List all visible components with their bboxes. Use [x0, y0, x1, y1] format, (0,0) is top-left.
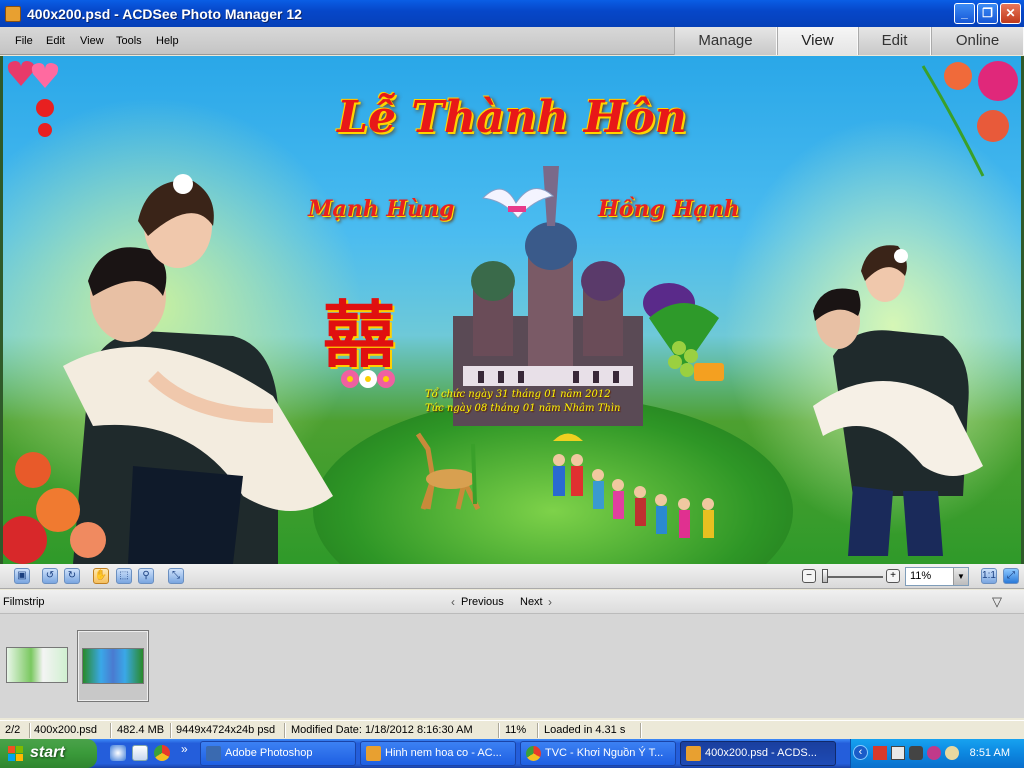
fit-image-icon[interactable]: ⤡: [168, 568, 184, 584]
view-toolbar: ▣ ↺ ↻ ✋ ⬚ ⚲ ⤡ − + 11% ▼ 1:1 ⤢: [0, 564, 1024, 589]
acdsee-app-icon[interactable]: [5, 5, 21, 22]
tray-volume-icon[interactable]: [945, 746, 959, 760]
next-chevron-icon[interactable]: ›: [548, 595, 552, 609]
menu-file[interactable]: File: [15, 35, 33, 47]
tab-manage[interactable]: Manage: [674, 27, 777, 55]
tray-device-icon[interactable]: [909, 746, 923, 760]
bride-name: Hồng Hạnh: [598, 196, 740, 222]
task-adobe-photoshop[interactable]: Adobe Photoshop: [200, 741, 356, 766]
rotate-right-icon[interactable]: ↻: [64, 568, 80, 584]
children-procession-graphic: [553, 433, 714, 538]
chevron-down-icon[interactable]: ▼: [953, 568, 968, 585]
menu-bar: File Edit View Tools Help Manage View Ed…: [0, 27, 1024, 55]
menu-help[interactable]: Help: [156, 35, 179, 47]
status-filename: 400x200.psd: [34, 724, 97, 736]
quicklaunch-chrome-icon[interactable]: [154, 745, 170, 761]
fit-to-window-icon[interactable]: ⤢: [1003, 568, 1019, 584]
status-bar: 2/2 400x200.psd 482.4 MB 9449x4724x24b p…: [0, 720, 1024, 739]
zoom-slider-thumb[interactable]: [822, 569, 828, 583]
collapse-filmstrip-icon[interactable]: ▽: [992, 594, 1002, 610]
photoshop-icon: [206, 746, 221, 761]
fullscreen-icon[interactable]: ▣: [14, 568, 30, 584]
tray-network-icon[interactable]: [891, 746, 905, 760]
maximize-button[interactable]: ❐: [977, 3, 998, 24]
minimize-button[interactable]: _: [954, 3, 975, 24]
task-label: 400x200.psd - ACDS...: [705, 747, 817, 759]
acdsee-icon: [686, 746, 701, 761]
status-dimensions: 9449x4724x24b psd: [176, 724, 276, 736]
menu-tools[interactable]: Tools: [116, 35, 142, 47]
task-label: Hinh nem hoa co - AC...: [385, 747, 502, 759]
zoom-in-button[interactable]: +: [886, 569, 900, 583]
image-viewer[interactable]: 囍 Lễ Thành Hôn Mạnh Hùng Hồng Hạnh Tổ ch…: [0, 56, 1024, 564]
quicklaunch-more-icon[interactable]: »: [181, 742, 188, 756]
rotate-left-icon[interactable]: ↺: [42, 568, 58, 584]
next-button[interactable]: Next: [520, 596, 543, 608]
status-modified-date: Modified Date: 1/18/2012 8:16:30 AM: [291, 724, 473, 736]
tray-expand-icon[interactable]: ‹: [853, 745, 868, 760]
couple-photo-right: [813, 245, 983, 556]
previous-chevron-icon[interactable]: ‹: [451, 595, 455, 609]
select-tool-icon[interactable]: ⬚: [116, 568, 132, 584]
task-label: Adobe Photoshop: [225, 747, 313, 759]
groom-name: Mạnh Hùng: [308, 196, 455, 222]
wedding-date-line-1: Tổ chức ngày 31 tháng 01 năm 2012: [425, 389, 611, 400]
filmstrip: [0, 614, 1024, 718]
window-title: 400x200.psd - ACDSee Photo Manager 12: [27, 5, 302, 22]
task-label: TVC - Khơi Nguồn Ý T...: [545, 747, 664, 759]
task-acdsee-hinh-nem[interactable]: Hinh nem hoa co - AC...: [360, 741, 516, 766]
system-tray: ‹ 8:51 AM: [850, 739, 1024, 768]
close-button[interactable]: ✕: [1000, 3, 1021, 24]
title-bar: 400x200.psd - ACDSee Photo Manager 12 _ …: [0, 0, 1024, 27]
filmstrip-thumbnail-selected[interactable]: [77, 630, 149, 702]
deer-graphic: [415, 432, 481, 511]
task-chrome-tvc[interactable]: TVC - Khơi Nguồn Ý T...: [520, 741, 676, 766]
doves-graphic: [481, 188, 555, 219]
acdsee-icon: [366, 746, 381, 761]
tab-online[interactable]: Online: [931, 27, 1024, 55]
hand-tool-icon[interactable]: ✋: [93, 568, 109, 584]
windows-taskbar: start » Adobe Photoshop Hinh nem hoa co …: [0, 739, 1024, 768]
zoom-level-select[interactable]: 11% ▼: [905, 567, 969, 586]
filmstrip-header: Filmstrip ‹ Previous Next › ▽: [0, 590, 1024, 614]
quicklaunch-notepad-icon[interactable]: [132, 745, 148, 761]
image-heading: Lễ Thành Hôn: [337, 92, 687, 143]
taskbar-clock[interactable]: 8:51 AM: [970, 747, 1010, 759]
zoom-level-value: 11%: [910, 570, 932, 582]
status-position: 2/2: [5, 724, 21, 736]
status-load-time: Loaded in 4.31 s: [544, 724, 626, 736]
chrome-icon: [526, 746, 541, 761]
wedding-date-line-2: Tức ngày 08 tháng 01 năm Nhâm Thìn: [425, 403, 621, 414]
status-zoom: 11%: [505, 724, 527, 736]
betel-tray-graphic: [643, 283, 724, 381]
windows-logo-icon: [8, 746, 23, 761]
filmstrip-thumbnail[interactable]: [2, 630, 74, 702]
status-file-size: 482.4 MB: [117, 724, 165, 736]
task-acdsee-active[interactable]: 400x200.psd - ACDS...: [680, 741, 836, 766]
menu-view[interactable]: View: [80, 35, 104, 47]
tray-antivirus-icon[interactable]: [873, 746, 887, 760]
zoom-tool-icon[interactable]: ⚲: [138, 568, 154, 584]
tab-view[interactable]: View: [777, 27, 858, 55]
actual-size-icon[interactable]: 1:1: [981, 568, 997, 584]
menu-edit[interactable]: Edit: [46, 35, 65, 47]
start-button[interactable]: start: [0, 739, 97, 768]
zoom-out-button[interactable]: −: [802, 569, 816, 583]
tab-edit[interactable]: Edit: [858, 27, 931, 55]
zoom-slider-track[interactable]: [823, 576, 883, 578]
tray-app-icon[interactable]: [927, 746, 941, 760]
roses-bottom-left: [3, 452, 106, 564]
previous-button[interactable]: Previous: [461, 596, 504, 608]
start-label: start: [30, 744, 65, 761]
filmstrip-label: Filmstrip: [3, 596, 45, 608]
quicklaunch-ie-icon[interactable]: [110, 745, 126, 761]
wedding-image: 囍 Lễ Thành Hôn Mạnh Hùng Hồng Hạnh Tổ ch…: [3, 56, 1021, 564]
